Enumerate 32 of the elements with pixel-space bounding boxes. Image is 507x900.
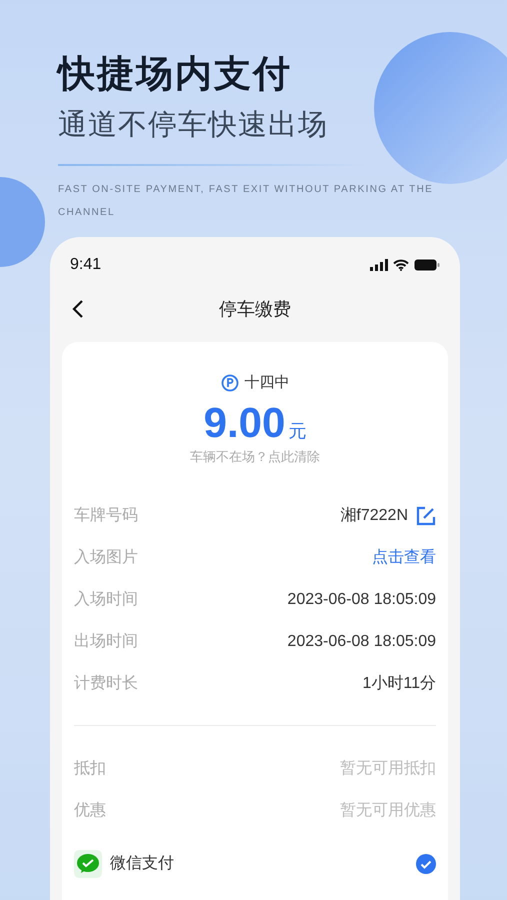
wifi-icon: [393, 259, 409, 271]
detail-label: 入场时间: [74, 590, 138, 610]
detail-value: 湘f7222N: [340, 506, 408, 526]
amount: 9.00: [204, 398, 286, 448]
page-title: 停车缴费: [219, 298, 291, 320]
detail-value: 2023-06-08 18:05:09: [287, 632, 436, 652]
clear-vehicle-link[interactable]: 车辆不在场？点此清除: [190, 448, 320, 464]
signal-icon: [370, 259, 388, 271]
parking-lot-name: 十四中: [244, 373, 290, 393]
check-icon[interactable]: [416, 854, 436, 874]
edit-icon[interactable]: [416, 506, 436, 526]
parking-icon: [220, 374, 238, 392]
back-icon: [72, 299, 84, 319]
discount-label: 优惠: [74, 800, 106, 820]
hero-subtitle: 通道不停车快速出场: [58, 108, 329, 143]
detail-value: 1小时11分: [362, 674, 436, 694]
detail-label: 计费时长: [74, 674, 138, 694]
amount-unit: 元: [288, 420, 306, 442]
discount-value[interactable]: 暂无可用优惠: [340, 798, 436, 822]
payment-method-label: 微信支付: [110, 854, 174, 874]
hero-english-caption: FAST ON-SITE PAYMENT, FAST EXIT WITHOUT PARKING AT THE CHANNEL: [58, 183, 434, 220]
detail-label: 出场时间: [74, 632, 138, 652]
detail-label: 入场图片: [74, 548, 138, 568]
hero-title: 快捷场内支付: [58, 52, 293, 96]
discount-label: 抵扣: [74, 758, 106, 778]
detail-label: 车牌号码: [74, 506, 138, 526]
status-time: 9:41: [70, 255, 102, 275]
discount-value[interactable]: 暂无可用抵扣: [340, 756, 436, 780]
view-photo-link[interactable]: 点击查看: [372, 546, 436, 570]
battery-icon: [414, 259, 440, 271]
wechat-pay-icon: [74, 850, 102, 878]
detail-value: 2023-06-08 18:05:09: [287, 590, 436, 610]
